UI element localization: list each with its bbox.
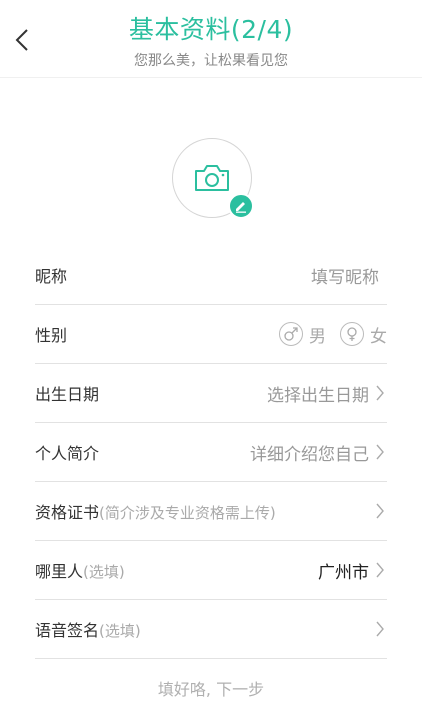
edit-avatar-button[interactable]	[228, 193, 254, 219]
gender-options: 男 女	[269, 322, 387, 347]
nickname-input[interactable]: 填写昵称	[311, 263, 379, 288]
intro-label: 个人简介	[35, 444, 100, 463]
hometown-label: 哪里人(选填)	[35, 562, 125, 581]
birthday-label: 出生日期	[35, 385, 100, 404]
intro-placeholder: 详细介绍您自己	[250, 444, 369, 465]
chevron-right-icon	[375, 620, 387, 638]
hometown-row[interactable]: 哪里人(选填) 广州市	[35, 541, 387, 600]
chevron-right-icon	[375, 443, 387, 461]
voice-hint: (选填)	[99, 622, 141, 640]
gender-female-option[interactable]: 女	[340, 322, 387, 347]
chevron-right-icon	[375, 502, 387, 520]
chevron-right-icon	[375, 384, 387, 402]
page-title: 基本资料(2/4)	[128, 15, 294, 44]
profile-form: 昵称 填写昵称 性别 男 女 出生日期 选择出生日期 个人简介 详细介绍您自己 …	[35, 246, 387, 659]
header: 基本资料(2/4) 您那么美，让松果看见您	[0, 0, 422, 78]
nickname-label: 昵称	[35, 267, 68, 286]
certificate-hint: (简介涉及专业资格需上传)	[99, 504, 276, 522]
avatar-upload	[172, 138, 254, 219]
hometown-value: 广州市	[318, 562, 369, 583]
male-icon	[279, 322, 303, 346]
voice-row[interactable]: 语音签名(选填)	[35, 600, 387, 659]
gender-row: 性别 男 女	[35, 305, 387, 364]
nickname-row[interactable]: 昵称 填写昵称	[35, 246, 387, 305]
birthday-placeholder: 选择出生日期	[267, 385, 369, 406]
camera-icon	[195, 165, 229, 191]
certificate-row[interactable]: 资格证书(简介涉及专业资格需上传)	[35, 482, 387, 541]
gender-label: 性别	[35, 326, 68, 345]
voice-label: 语音签名(选填)	[35, 621, 141, 640]
certificate-label: 资格证书(简介涉及专业资格需上传)	[35, 503, 276, 522]
hometown-hint: (选填)	[83, 563, 125, 581]
page-subtitle: 您那么美，让松果看见您	[134, 53, 288, 69]
birthday-row[interactable]: 出生日期 选择出生日期	[35, 364, 387, 423]
chevron-right-icon	[375, 561, 387, 579]
gender-male-option[interactable]: 男	[279, 322, 326, 347]
next-step-button[interactable]: 填好咯, 下一步	[0, 676, 422, 700]
intro-row[interactable]: 个人简介 详细介绍您自己	[35, 423, 387, 482]
pencil-icon	[236, 202, 246, 213]
gender-female-label: 女	[370, 326, 387, 347]
gender-male-label: 男	[309, 326, 326, 347]
female-icon	[340, 322, 364, 346]
